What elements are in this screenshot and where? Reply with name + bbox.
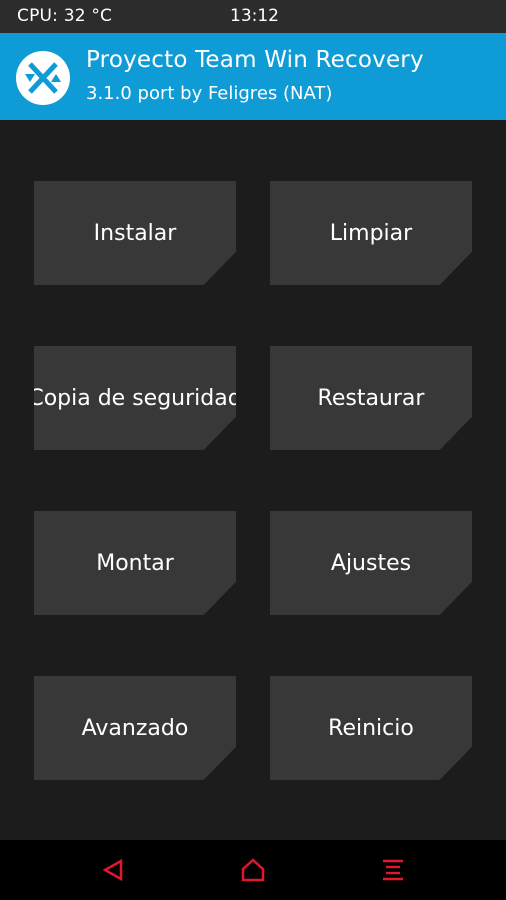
- reboot-button[interactable]: Reinicio: [270, 676, 472, 780]
- menu-button[interactable]: [378, 855, 408, 885]
- twrp-logo-icon: [16, 51, 70, 105]
- menu-lines-icon: [383, 859, 403, 881]
- back-triangle-icon: [102, 858, 123, 882]
- status-bar: CPU: 32 °C 13:12: [0, 0, 506, 33]
- home-icon: [241, 858, 265, 882]
- clock: 13:12: [230, 6, 279, 26]
- navigation-bar: [0, 840, 506, 900]
- page-subtitle: 3.1.0 port by Feligres (NAT): [86, 83, 333, 104]
- mount-button[interactable]: Montar: [34, 511, 236, 615]
- settings-button[interactable]: Ajustes: [270, 511, 472, 615]
- cpu-temperature: CPU: 32 °C: [17, 6, 113, 26]
- advanced-button[interactable]: Avanzado: [34, 676, 236, 780]
- install-button[interactable]: Instalar: [34, 181, 236, 285]
- back-button[interactable]: [98, 855, 128, 885]
- page-title: Proyecto Team Win Recovery: [86, 47, 424, 73]
- app-header: Proyecto Team Win Recovery 3.1.0 port by…: [0, 33, 506, 120]
- restore-button[interactable]: Restaurar: [270, 346, 472, 450]
- backup-button[interactable]: Copia de seguridad: [34, 346, 236, 450]
- home-button[interactable]: [238, 855, 268, 885]
- wipe-button[interactable]: Limpiar: [270, 181, 472, 285]
